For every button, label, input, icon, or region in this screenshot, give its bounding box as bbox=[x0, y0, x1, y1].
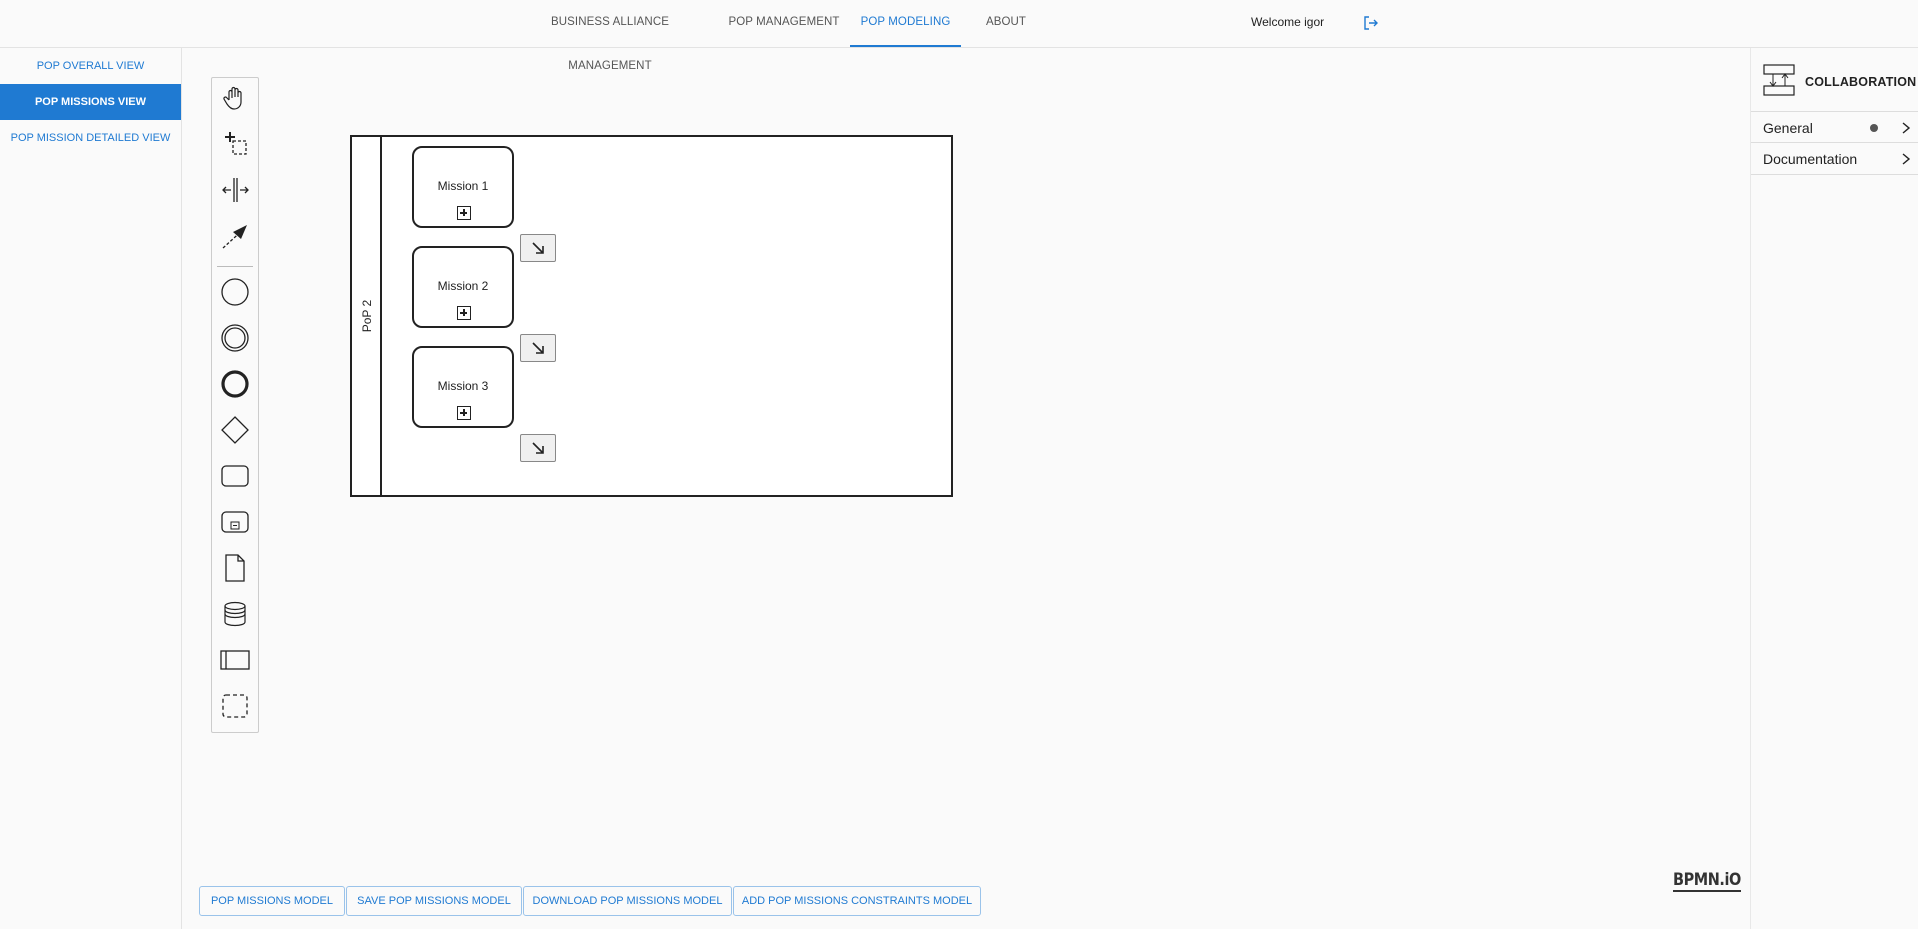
hand-tool-icon[interactable] bbox=[219, 82, 251, 114]
mission-label: Mission 1 bbox=[437, 179, 489, 193]
mission-label: Mission 2 bbox=[437, 279, 489, 293]
mission-task[interactable]: Mission 3 bbox=[412, 346, 514, 428]
bpmn-io-logo[interactable]: BPMN.iO bbox=[1673, 870, 1741, 892]
gateway-icon[interactable] bbox=[219, 414, 251, 446]
pool-label-band: PoP 2 bbox=[352, 137, 382, 495]
sidebar-item-pop-mission-detailed-view[interactable]: POP MISSION DETAILED VIEW bbox=[0, 120, 181, 156]
lasso-tool-icon[interactable] bbox=[219, 128, 251, 160]
properties-title: COLLABORATION bbox=[1805, 75, 1917, 89]
tab-about[interactable]: ABOUT bbox=[978, 0, 1034, 47]
subprocess-icon[interactable] bbox=[219, 506, 251, 538]
properties-panel: COLLABORATION General Documentation bbox=[1750, 48, 1918, 929]
intermediate-event-icon[interactable] bbox=[219, 322, 251, 354]
pool-label: PoP 2 bbox=[360, 299, 374, 333]
top-navbar: BUSINESS ALLIANCE MANAGEMENT POP MANAGEM… bbox=[0, 0, 1918, 72]
sidebar-item-pop-overall-view[interactable]: POP OVERALL VIEW bbox=[0, 48, 181, 84]
sidebar: POP OVERALL VIEW POP MISSIONS VIEW POP M… bbox=[0, 48, 182, 929]
palette-divider bbox=[217, 266, 253, 267]
logout-icon[interactable] bbox=[1362, 14, 1380, 32]
tool-palette bbox=[211, 77, 259, 733]
sidebar-item-pop-missions-view[interactable]: POP MISSIONS VIEW bbox=[0, 84, 181, 120]
tab-pop-modeling[interactable]: POP MODELING bbox=[850, 0, 961, 47]
properties-group-documentation[interactable]: Documentation bbox=[1751, 143, 1918, 175]
expand-marker-icon[interactable] bbox=[457, 306, 471, 320]
group-icon[interactable] bbox=[219, 690, 251, 722]
space-tool-icon[interactable] bbox=[219, 174, 251, 206]
download-pop-missions-model-button[interactable]: DOWNLOAD POP MISSIONS MODEL bbox=[523, 886, 732, 916]
mission-label: Mission 3 bbox=[437, 379, 489, 393]
add-pop-missions-constraints-model-button[interactable]: ADD POP MISSIONS CONSTRAINTS MODEL bbox=[733, 886, 981, 916]
mission-task[interactable]: Mission 2 bbox=[412, 246, 514, 328]
end-event-icon[interactable] bbox=[219, 368, 251, 400]
drilldown-button[interactable] bbox=[520, 434, 556, 462]
properties-group-general[interactable]: General bbox=[1751, 111, 1918, 143]
collaboration-icon bbox=[1763, 64, 1795, 96]
global-connect-icon[interactable] bbox=[219, 220, 251, 252]
data-store-icon[interactable] bbox=[219, 598, 251, 630]
group-label: Documentation bbox=[1763, 151, 1858, 167]
pop-missions-model-button[interactable]: POP MISSIONS MODEL bbox=[199, 886, 345, 916]
drilldown-button[interactable] bbox=[520, 334, 556, 362]
data-object-icon[interactable] bbox=[219, 552, 251, 584]
task-icon[interactable] bbox=[219, 460, 251, 492]
chevron-right-icon bbox=[1902, 153, 1911, 165]
properties-header: COLLABORATION bbox=[1751, 58, 1918, 106]
start-event-icon[interactable] bbox=[219, 276, 251, 308]
expand-marker-icon[interactable] bbox=[457, 206, 471, 220]
expand-marker-icon[interactable] bbox=[457, 406, 471, 420]
save-pop-missions-model-button[interactable]: SAVE POP MISSIONS MODEL bbox=[346, 886, 522, 916]
pool-participant[interactable]: PoP 2 Mission 1 Mission 2 Mission 3 bbox=[350, 135, 953, 497]
drilldown-button[interactable] bbox=[520, 234, 556, 262]
tab-business-alliance-management[interactable]: BUSINESS ALLIANCE MANAGEMENT bbox=[511, 0, 709, 72]
mission-task[interactable]: Mission 1 bbox=[412, 146, 514, 228]
data-marker-icon bbox=[1870, 124, 1878, 132]
tab-pop-management[interactable]: POP MANAGEMENT bbox=[728, 0, 840, 47]
group-label: General bbox=[1763, 120, 1813, 136]
pool-icon[interactable] bbox=[219, 644, 251, 676]
chevron-right-icon bbox=[1902, 122, 1911, 134]
welcome-text: Welcome igor bbox=[1251, 15, 1325, 29]
